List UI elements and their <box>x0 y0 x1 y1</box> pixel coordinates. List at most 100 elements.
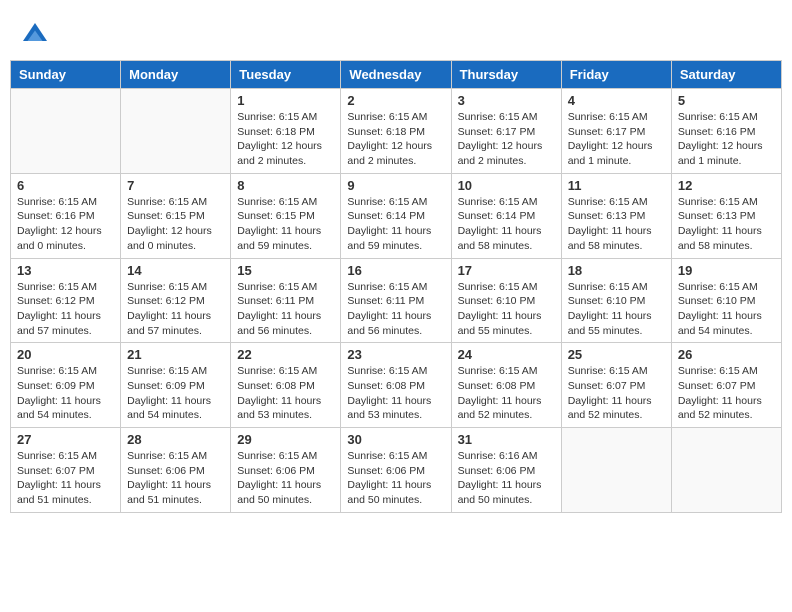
calendar-cell: 4 Sunrise: 6:15 AMSunset: 6:17 PMDaylight… <box>561 89 671 174</box>
calendar-cell: 11 Sunrise: 6:15 AMSunset: 6:13 PMDayligh… <box>561 173 671 258</box>
calendar-week-row: 1 Sunrise: 6:15 AMSunset: 6:18 PMDaylight… <box>11 89 782 174</box>
day-info: Sunrise: 6:15 AMSunset: 6:14 PMDaylight:… <box>347 195 444 254</box>
calendar-cell: 19 Sunrise: 6:15 AMSunset: 6:10 PMDayligh… <box>671 258 781 343</box>
calendar-cell: 20Sunrise: 6:15 AMSunset: 6:09 PMDayligh… <box>11 343 121 428</box>
calendar-cell: 13 Sunrise: 6:15 AMSunset: 6:12 PMDayligh… <box>11 258 121 343</box>
day-number: 3 <box>458 93 555 108</box>
day-info: Sunrise: 6:15 AMSunset: 6:10 PMDaylight:… <box>458 280 555 339</box>
day-info: Sunrise: 6:15 AMSunset: 6:18 PMDaylight:… <box>347 110 444 169</box>
day-number: 4 <box>568 93 665 108</box>
calendar-day-header: Saturday <box>671 61 781 89</box>
day-info: Sunrise: 6:15 AMSunset: 6:12 PMDaylight:… <box>17 280 114 339</box>
day-info: Sunrise: 6:15 AMSunset: 6:13 PMDaylight:… <box>568 195 665 254</box>
logo-icon <box>20 20 50 50</box>
day-number: 11 <box>568 178 665 193</box>
day-info: Sunrise: 6:15 AMSunset: 6:11 PMDaylight:… <box>347 280 444 339</box>
day-info: Sunrise: 6:15 AMSunset: 6:08 PMDaylight:… <box>347 364 444 423</box>
calendar-cell: 21Sunrise: 6:15 AMSunset: 6:09 PMDayligh… <box>121 343 231 428</box>
calendar-cell: 23 Sunrise: 6:15 AMSunset: 6:08 PMDayligh… <box>341 343 451 428</box>
day-number: 23 <box>347 347 444 362</box>
day-number: 17 <box>458 263 555 278</box>
day-number: 10 <box>458 178 555 193</box>
calendar-week-row: 27 Sunrise: 6:15 AMSunset: 6:07 PMDayligh… <box>11 428 782 513</box>
day-info: Sunrise: 6:15 AMSunset: 6:14 PMDaylight:… <box>458 195 555 254</box>
calendar-cell <box>671 428 781 513</box>
calendar-day-header: Tuesday <box>231 61 341 89</box>
calendar-cell: 24Sunrise: 6:15 AMSunset: 6:08 PMDayligh… <box>451 343 561 428</box>
calendar-cell <box>121 89 231 174</box>
day-number: 15 <box>237 263 334 278</box>
day-number: 16 <box>347 263 444 278</box>
day-number: 19 <box>678 263 775 278</box>
day-info: Sunrise: 6:15 AMSunset: 6:16 PMDaylight:… <box>678 110 775 169</box>
day-number: 1 <box>237 93 334 108</box>
day-info: Sunrise: 6:15 AMSunset: 6:15 PMDaylight:… <box>237 195 334 254</box>
calendar-week-row: 20Sunrise: 6:15 AMSunset: 6:09 PMDayligh… <box>11 343 782 428</box>
calendar-cell: 7 Sunrise: 6:15 AMSunset: 6:15 PMDaylight… <box>121 173 231 258</box>
day-info: Sunrise: 6:15 AMSunset: 6:15 PMDaylight:… <box>127 195 224 254</box>
day-info: Sunrise: 6:15 AMSunset: 6:11 PMDaylight:… <box>237 280 334 339</box>
day-number: 25 <box>568 347 665 362</box>
calendar-cell: 31 Sunrise: 6:16 AMSunset: 6:06 PMDayligh… <box>451 428 561 513</box>
day-info: Sunrise: 6:15 AMSunset: 6:07 PMDaylight:… <box>17 449 114 508</box>
calendar-day-header: Sunday <box>11 61 121 89</box>
day-number: 13 <box>17 263 114 278</box>
calendar-header-row: SundayMondayTuesdayWednesdayThursdayFrid… <box>11 61 782 89</box>
day-info: Sunrise: 6:15 AMSunset: 6:06 PMDaylight:… <box>237 449 334 508</box>
day-info: Sunrise: 6:15 AMSunset: 6:18 PMDaylight:… <box>237 110 334 169</box>
day-info: Sunrise: 6:15 AMSunset: 6:08 PMDaylight:… <box>237 364 334 423</box>
day-info: Sunrise: 6:15 AMSunset: 6:12 PMDaylight:… <box>127 280 224 339</box>
calendar-cell: 1 Sunrise: 6:15 AMSunset: 6:18 PMDaylight… <box>231 89 341 174</box>
calendar-cell: 30Sunrise: 6:15 AMSunset: 6:06 PMDayligh… <box>341 428 451 513</box>
calendar-cell: 17 Sunrise: 6:15 AMSunset: 6:10 PMDayligh… <box>451 258 561 343</box>
day-info: Sunrise: 6:15 AMSunset: 6:10 PMDaylight:… <box>678 280 775 339</box>
page-header <box>10 10 782 55</box>
calendar-day-header: Monday <box>121 61 231 89</box>
day-number: 26 <box>678 347 775 362</box>
day-number: 9 <box>347 178 444 193</box>
calendar-cell: 26Sunrise: 6:15 AMSunset: 6:07 PMDayligh… <box>671 343 781 428</box>
day-number: 8 <box>237 178 334 193</box>
day-info: Sunrise: 6:15 AMSunset: 6:17 PMDaylight:… <box>568 110 665 169</box>
day-number: 24 <box>458 347 555 362</box>
calendar-cell: 22 Sunrise: 6:15 AMSunset: 6:08 PMDayligh… <box>231 343 341 428</box>
calendar-cell: 18Sunrise: 6:15 AMSunset: 6:10 PMDayligh… <box>561 258 671 343</box>
day-info: Sunrise: 6:16 AMSunset: 6:06 PMDaylight:… <box>458 449 555 508</box>
logo <box>20 20 54 50</box>
calendar-cell: 3 Sunrise: 6:15 AMSunset: 6:17 PMDaylight… <box>451 89 561 174</box>
day-number: 12 <box>678 178 775 193</box>
day-number: 7 <box>127 178 224 193</box>
day-number: 5 <box>678 93 775 108</box>
calendar-cell: 2 Sunrise: 6:15 AMSunset: 6:18 PMDaylight… <box>341 89 451 174</box>
calendar-cell <box>561 428 671 513</box>
calendar-day-header: Thursday <box>451 61 561 89</box>
calendar-cell: 15 Sunrise: 6:15 AMSunset: 6:11 PMDayligh… <box>231 258 341 343</box>
day-info: Sunrise: 6:15 AMSunset: 6:06 PMDaylight:… <box>347 449 444 508</box>
day-info: Sunrise: 6:15 AMSunset: 6:17 PMDaylight:… <box>458 110 555 169</box>
calendar-cell: 29 Sunrise: 6:15 AMSunset: 6:06 PMDayligh… <box>231 428 341 513</box>
calendar-cell: 5 Sunrise: 6:15 AMSunset: 6:16 PMDaylight… <box>671 89 781 174</box>
day-number: 6 <box>17 178 114 193</box>
day-number: 2 <box>347 93 444 108</box>
calendar-cell: 14Sunrise: 6:15 AMSunset: 6:12 PMDayligh… <box>121 258 231 343</box>
day-number: 27 <box>17 432 114 447</box>
day-info: Sunrise: 6:15 AMSunset: 6:09 PMDaylight:… <box>17 364 114 423</box>
day-info: Sunrise: 6:15 AMSunset: 6:09 PMDaylight:… <box>127 364 224 423</box>
calendar-cell: 28Sunrise: 6:15 AMSunset: 6:06 PMDayligh… <box>121 428 231 513</box>
day-number: 18 <box>568 263 665 278</box>
calendar-cell: 8 Sunrise: 6:15 AMSunset: 6:15 PMDaylight… <box>231 173 341 258</box>
calendar-week-row: 6 Sunrise: 6:15 AMSunset: 6:16 PMDaylight… <box>11 173 782 258</box>
day-number: 22 <box>237 347 334 362</box>
calendar-day-header: Wednesday <box>341 61 451 89</box>
day-info: Sunrise: 6:15 AMSunset: 6:13 PMDaylight:… <box>678 195 775 254</box>
day-number: 29 <box>237 432 334 447</box>
day-info: Sunrise: 6:15 AMSunset: 6:07 PMDaylight:… <box>568 364 665 423</box>
day-info: Sunrise: 6:15 AMSunset: 6:16 PMDaylight:… <box>17 195 114 254</box>
day-number: 31 <box>458 432 555 447</box>
calendar-week-row: 13 Sunrise: 6:15 AMSunset: 6:12 PMDayligh… <box>11 258 782 343</box>
day-number: 28 <box>127 432 224 447</box>
calendar-cell: 27 Sunrise: 6:15 AMSunset: 6:07 PMDayligh… <box>11 428 121 513</box>
calendar-cell: 25 Sunrise: 6:15 AMSunset: 6:07 PMDayligh… <box>561 343 671 428</box>
calendar-cell: 9 Sunrise: 6:15 AMSunset: 6:14 PMDaylight… <box>341 173 451 258</box>
calendar-table: SundayMondayTuesdayWednesdayThursdayFrid… <box>10 60 782 513</box>
